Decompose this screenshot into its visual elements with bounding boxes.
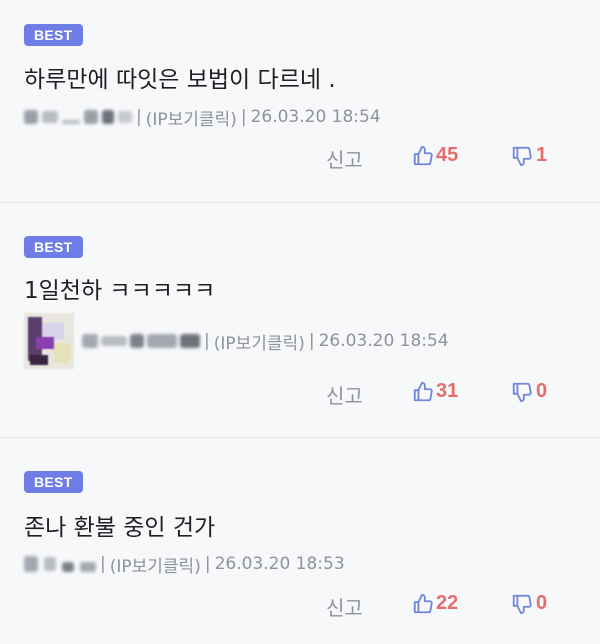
like-button[interactable]: 31 [412,380,458,403]
thumbs-up-icon [412,381,434,403]
comment-meta: | (IP보기클릭) | 26.03.20 18:54 [24,311,449,371]
dislike-button[interactable]: 0 [511,592,547,615]
dislike-button[interactable]: 1 [511,144,547,167]
like-button[interactable]: 22 [412,592,458,615]
best-badge: BEST [24,236,83,258]
ip-view-link[interactable]: (IP보기클릭) [214,329,305,354]
thumbs-up-icon [412,593,434,615]
dislike-button[interactable]: 0 [511,380,547,403]
comment-item: BEST 1일천하 ㅋㅋㅋㅋㅋ | (IP보기클릭) | 26.03.20 18… [0,203,600,438]
ip-view-link[interactable]: (IP보기클릭) [110,552,201,577]
avatar [24,313,74,369]
like-count: 31 [436,380,459,402]
comment-meta: | (IP보기클릭) | 26.03.20 18:53 [24,549,345,579]
best-badge: BEST [24,471,83,493]
comment-actions: 신고 22 0 [0,592,600,626]
like-count: 22 [436,592,459,614]
thumbs-down-icon [511,593,533,615]
like-button[interactable]: 45 [412,144,458,167]
author-name-blurred [24,110,132,124]
report-button[interactable]: 신고 [326,380,363,409]
report-button[interactable]: 신고 [326,144,363,173]
thumbs-down-icon [511,145,533,167]
comment-text: 존나 환불 중인 건가 [24,515,216,541]
thumbs-up-icon [412,145,434,167]
like-count: 45 [436,144,459,166]
author-name-blurred [82,334,200,348]
author-name-blurred [24,556,96,572]
ip-view-link[interactable]: (IP보기클릭) [146,105,237,130]
comment-item: BEST 하루만에 따잇은 보법이 다르네 . | (IP보기클릭) | 26.… [0,0,600,203]
comment-date: 26.03.20 18:54 [250,107,381,127]
comment-text: 하루만에 따잇은 보법이 다르네 . [24,67,336,93]
dislike-count: 1 [536,144,548,166]
report-button[interactable]: 신고 [326,592,363,621]
comment-text: 1일천하 ㅋㅋㅋㅋㅋ [24,278,216,304]
comment-meta: | (IP보기클릭) | 26.03.20 18:54 [24,102,381,132]
dislike-count: 0 [536,592,548,614]
best-badge: BEST [24,24,83,46]
thumbs-down-icon [511,381,533,403]
comment-actions: 신고 45 1 [0,144,600,178]
comment-date: 26.03.20 18:54 [318,331,449,351]
comment-item: BEST 존나 환불 중인 건가 | (IP보기클릭) | 26.03.20 1… [0,438,600,644]
comment-actions: 신고 31 0 [0,380,600,414]
dislike-count: 0 [536,380,548,402]
comment-date: 26.03.20 18:53 [214,554,345,574]
